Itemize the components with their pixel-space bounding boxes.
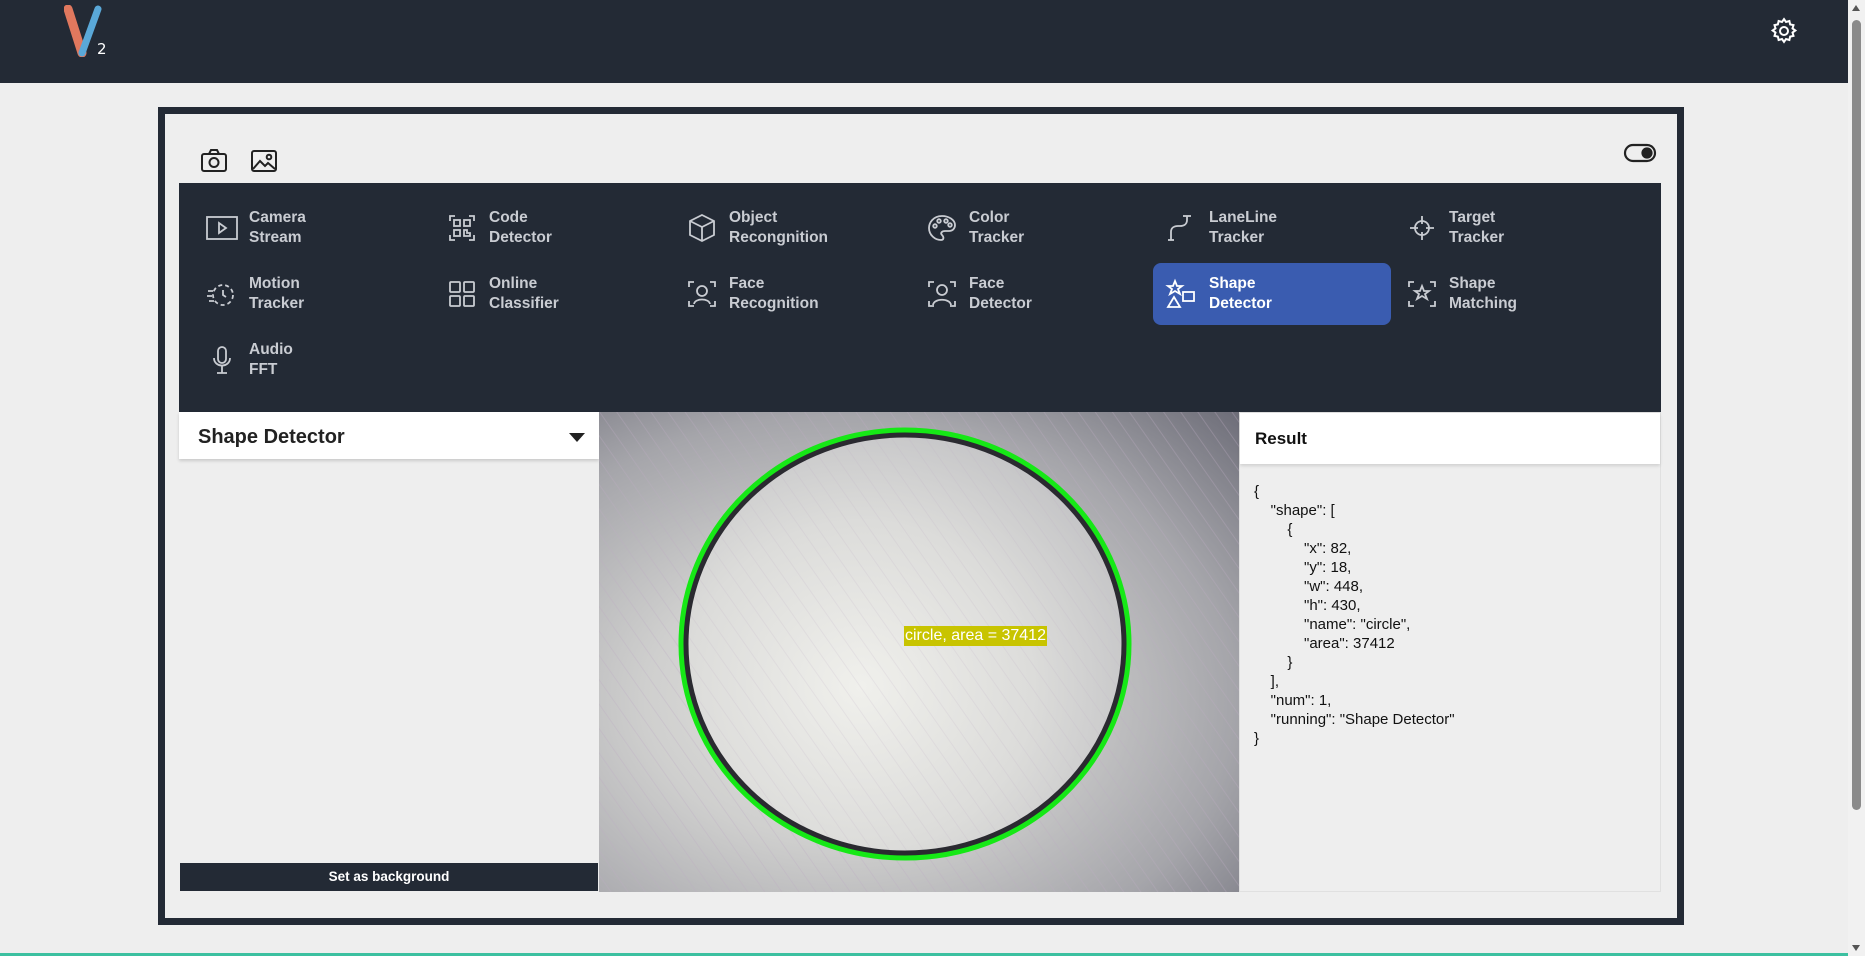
menu-item-line2: Recognition xyxy=(729,295,819,312)
scrollbar[interactable] xyxy=(1848,0,1865,956)
menu-item-laneline-tracker[interactable]: LaneLine Tracker xyxy=(1153,197,1391,259)
menu-item-line2: Tracker xyxy=(969,229,1025,246)
menu-item-line1: Online xyxy=(489,275,538,292)
camera-icon[interactable] xyxy=(199,147,229,175)
star-icon xyxy=(1408,281,1436,307)
menu-item-line2: Detector xyxy=(1209,295,1272,312)
result-json: { "shape": [ { "x": 82, "y": 18, "w": 44… xyxy=(1254,483,1455,747)
camera-frame xyxy=(599,412,1239,892)
theme-toggle[interactable] xyxy=(1623,142,1657,164)
menu-item-target-tracker[interactable]: Target Tracker xyxy=(1393,197,1631,259)
panel-title: Shape Detector xyxy=(198,426,345,448)
menu-item-code-detector[interactable]: Code Detector xyxy=(433,197,671,259)
feature-menu: Camera Stream Code Detector Object Recongni… xyxy=(179,183,1661,412)
menu-item-line2: FFT xyxy=(249,361,278,378)
image-icon[interactable] xyxy=(249,147,279,175)
menu-item-camera-stream[interactable]: Camera Stream xyxy=(193,197,431,259)
top-bar: 2 xyxy=(0,0,1865,83)
menu-item-line2: Tracker xyxy=(1449,229,1505,246)
result-title: Result xyxy=(1255,429,1307,448)
menu-item-audio-fft[interactable]: Audio FFT xyxy=(193,329,431,391)
face-recognition-icon xyxy=(688,281,716,307)
cube-icon xyxy=(689,213,715,243)
crosshair-icon xyxy=(1410,216,1434,240)
qr-icon xyxy=(449,215,475,241)
menu-item-motion-tracker[interactable]: Motion Tracker xyxy=(193,263,431,325)
menu-item-line1: Target xyxy=(1449,209,1496,226)
menu-item-object-recognition[interactable]: Object Recongnition xyxy=(673,197,911,259)
motion-icon xyxy=(207,284,234,306)
result-header: Result xyxy=(1240,413,1660,464)
logo-subscript: 2 xyxy=(97,40,107,58)
gear-icon[interactable] xyxy=(1769,16,1799,46)
menu-item-line1: Audio xyxy=(249,341,293,358)
menu-item-line2: Classifier xyxy=(489,295,559,312)
main-frame: Camera Stream Code Detector Object Recongni… xyxy=(158,107,1684,925)
microphone-icon xyxy=(213,346,231,374)
menu-item-line1: Face xyxy=(969,275,1005,292)
menu-item-face-detector[interactable]: Face Detector xyxy=(913,263,1151,325)
menu-item-line2: Detector xyxy=(489,229,552,246)
menu-item-line1: Camera xyxy=(249,209,306,226)
menu-item-line1: LaneLine xyxy=(1209,209,1278,226)
scroll-down-icon[interactable] xyxy=(1852,945,1860,951)
menu-item-line1: Code xyxy=(489,209,528,226)
menu-item-line1: Face xyxy=(729,275,765,292)
face-detector-icon xyxy=(928,281,956,307)
menu-item-face-recognition[interactable]: Face Recognition xyxy=(673,263,911,325)
menu-item-shape-matching[interactable]: Shape Matching xyxy=(1393,263,1631,325)
scroll-up-icon[interactable] xyxy=(1852,5,1860,11)
menu-item-line2: Recongnition xyxy=(729,229,829,246)
menu-item-line1: Motion xyxy=(249,275,300,292)
menu-item-line1: Shape xyxy=(1449,275,1496,292)
result-panel: Result { "shape": [ { "x": 82, "y": 18, … xyxy=(1239,412,1661,892)
menu-item-line1: Object xyxy=(729,209,778,226)
menu-item-line2: Tracker xyxy=(1209,229,1265,246)
menu-item-line2: Detector xyxy=(969,295,1032,312)
shapes-icon xyxy=(1165,278,1195,308)
menu-item-online-classifier[interactable]: Online Classifier xyxy=(433,263,671,325)
camera-view: circle, area = 37412 xyxy=(599,412,1239,892)
options-panel: Shape Detector Set as background xyxy=(179,412,599,892)
menu-item-line1: Color xyxy=(969,209,1010,226)
menu-item-color-tracker[interactable]: Color Tracker xyxy=(913,197,1151,259)
menu-item-line2: Matching xyxy=(1449,295,1518,312)
grid-icon xyxy=(449,281,475,307)
set-as-background-button[interactable]: Set as background xyxy=(180,863,598,891)
menu-item-line1: Shape xyxy=(1209,275,1256,292)
feature-select-dropdown[interactable]: Shape Detector xyxy=(179,412,599,459)
menu-item-shape-detector[interactable]: Shape Detector xyxy=(1153,263,1391,325)
detection-label: circle, area = 37412 xyxy=(904,626,1047,646)
menu-item-line2: Stream xyxy=(249,229,302,246)
chevron-down-icon xyxy=(569,433,585,442)
play-icon xyxy=(206,216,238,240)
scrollbar-thumb[interactable] xyxy=(1852,20,1861,810)
laneline-icon xyxy=(1168,215,1191,241)
menu-item-line2: Tracker xyxy=(249,295,305,312)
palette-icon xyxy=(928,215,956,241)
